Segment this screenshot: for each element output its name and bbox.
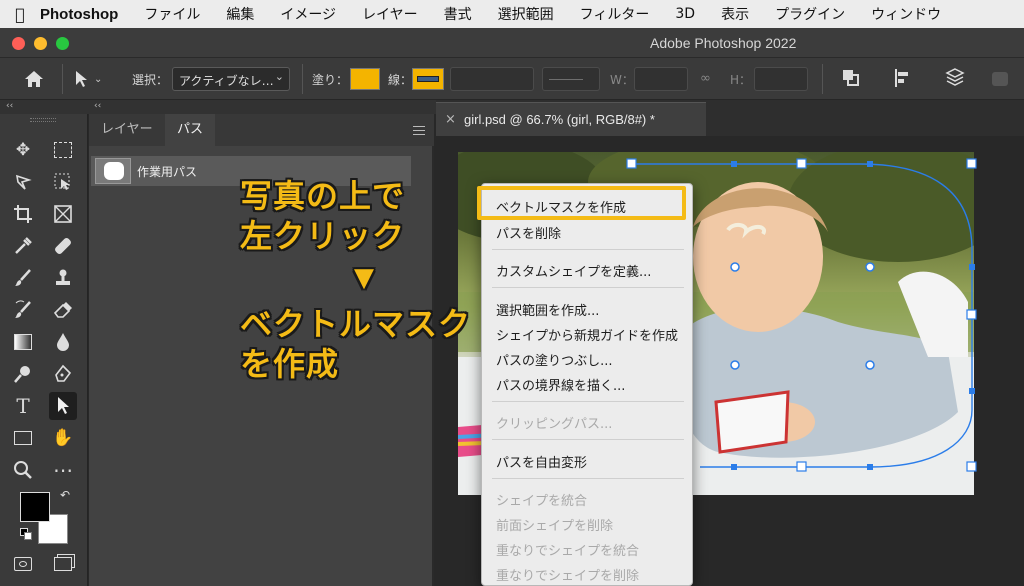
menu-item-new-guides-from-shape[interactable]: シェイプから新規ガイドを作成 [496,325,678,344]
path-handles [731,161,975,470]
annotation-arrow: ▼ [354,263,375,293]
menu-item-clipping-path: クリッピングパス... [496,417,613,432]
menu-item-define-custom-shape[interactable]: カスタムシェイプを定義... [496,261,651,280]
menu-item-exclude-overlapping-shapes: 重なりでシェイプを削除 [496,569,640,584]
menu-item-intersect-shape-areas: 重なりでシェイプを統合 [496,544,640,559]
highlight-box [477,186,686,220]
menu-item-stroke-path[interactable]: パスの境界線を描く... [496,375,625,394]
menu-item-delete-path[interactable]: パスを削除 [496,223,561,242]
menu-item-subtract-front-shape: 前面シェイプを削除 [496,519,614,534]
menu-separator [492,439,684,440]
menu-item-combine-shapes: シェイプを統合 [496,494,588,509]
annotation-line-2: 左クリック [240,217,406,255]
menu-item-fill-path[interactable]: パスの塗りつぶし... [496,350,613,369]
path-center-points [730,262,875,370]
annotation-line-3: ベクトルマスク [240,305,472,343]
annotation-line-1: 写真の上で [240,177,406,215]
menu-separator [492,249,684,250]
menu-separator [492,478,684,479]
menu-separator [492,287,684,288]
annotation-line-4: を作成 [240,345,340,383]
menu-item-free-transform-path[interactable]: パスを自由変形 [496,452,587,471]
menu-item-make-selection[interactable]: 選択範囲を作成... [496,300,599,319]
menu-separator [492,401,684,402]
context-menu: ベクトルマスクを作成 パスを削除 カスタムシェイプを定義... 選択範囲を作成.… [481,183,693,586]
